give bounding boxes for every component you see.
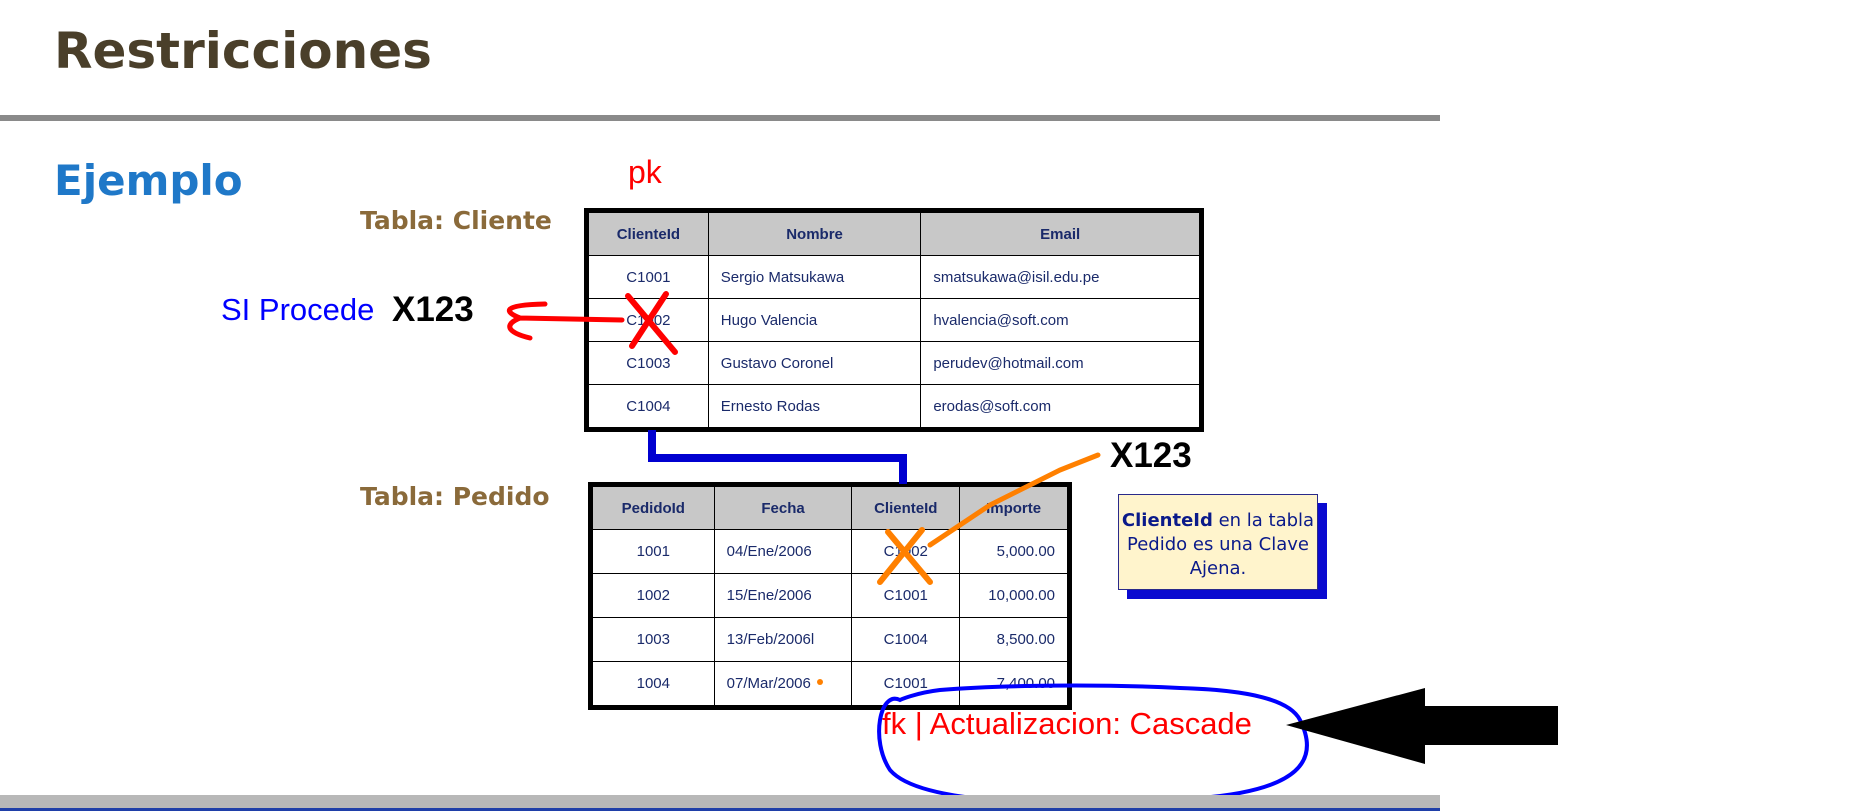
annotation-overlay: [506, 291, 1558, 805]
orange-connector: [927, 452, 1101, 548]
red-arrow: [506, 301, 625, 341]
footer-divider: [0, 795, 1440, 811]
relation-connector: [648, 430, 907, 484]
orange-dot: [817, 679, 823, 685]
blue-ellipse: [877, 683, 1309, 805]
black-arrow: [1286, 688, 1558, 764]
red-cross-mark: [625, 291, 678, 355]
orange-cross-mark: [877, 527, 933, 585]
